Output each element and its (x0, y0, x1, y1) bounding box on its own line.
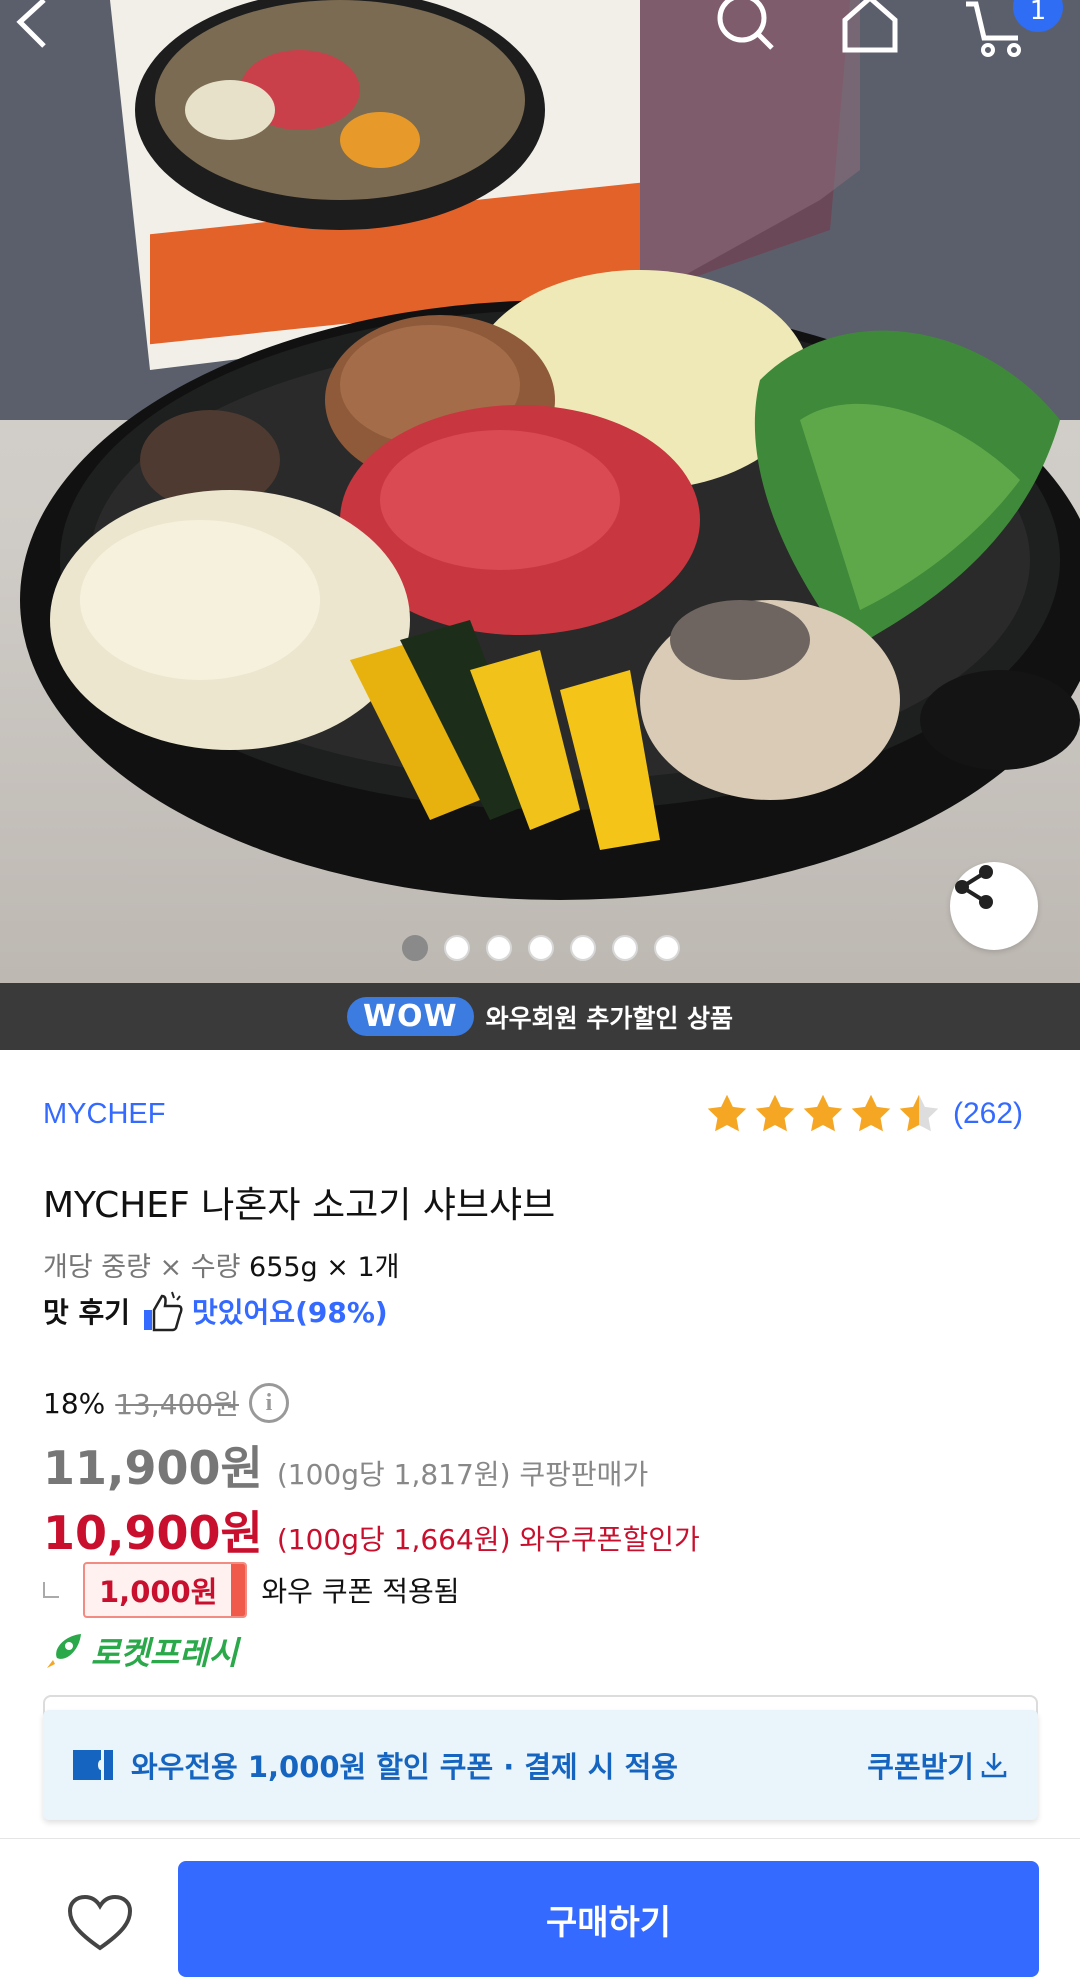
star-full-icon (707, 1094, 747, 1132)
bottom-action-bar: 구매하기 (0, 1838, 1080, 1981)
buy-button[interactable]: 구매하기 (178, 1861, 1039, 1977)
wishlist-button[interactable] (60, 1883, 140, 1963)
download-icon (981, 1753, 1007, 1778)
discount-rate: 18% (43, 1386, 106, 1420)
spec-label: 개당 중량 × 수량 (43, 1252, 241, 1283)
info-icon[interactable]: i (248, 1383, 289, 1423)
pagination-dot[interactable] (486, 935, 512, 961)
chevron-left-icon (16, 0, 46, 48)
coupang-price: 11,900원 (100g당 1,817원) 쿠팡판매가 (43, 1432, 648, 1498)
taste-review-value: 맛있어요(98%) (192, 1296, 388, 1329)
wow-price-per-unit: (100g당 1,664원) 와우쿠폰할인가 (276, 1523, 700, 1556)
coupon-amount-tag: 1,000원 (83, 1562, 248, 1618)
original-price: 13,400원 (115, 1388, 239, 1421)
pagination-dot[interactable] (444, 935, 470, 961)
wow-coupon-price: 10,900원 (100g당 1,664원) 와우쿠폰할인가 (43, 1497, 700, 1563)
rating-summary[interactable]: (262) (705, 1092, 1023, 1136)
pagination-dot[interactable] (570, 935, 596, 961)
star-full-icon (851, 1094, 891, 1132)
product-spec: 개당 중량 × 수량 655g × 1개 (43, 1245, 400, 1284)
product-photo (0, 0, 1080, 900)
price-per-unit: (100g당 1,817원) 쿠팡판매가 (276, 1458, 649, 1491)
coupon-applied-row: 1,000원 와우 쿠폰 적용됨 (43, 1562, 460, 1618)
product-title: MYCHEF 나혼자 소고기 샤브샤브 (43, 1185, 556, 1226)
indent-corner-icon (43, 1582, 59, 1598)
wow-member-banner: WOW 와우회원 추가할인 상품 (0, 983, 1080, 1050)
pagination-dot[interactable] (612, 935, 638, 961)
rocket-fresh-badge: 로켓프레시 (43, 1628, 238, 1674)
taste-review-label: 맛 후기 (43, 1296, 131, 1329)
coupon-banner[interactable]: 와우전용 1,000원 할인 쿠폰 · 결제 시 적용 쿠폰받기 (43, 1710, 1038, 1820)
back-button[interactable] (10, 0, 110, 60)
spec-value: 655g × 1개 (249, 1252, 400, 1283)
pagination-dot[interactable] (654, 935, 680, 961)
image-pagination (402, 935, 680, 961)
review-count[interactable]: (262) (953, 1097, 1023, 1131)
product-image[interactable]: 1 (0, 0, 1080, 983)
price-amount: 11,900원 (43, 1441, 263, 1495)
coupon-message: 와우전용 1,000원 할인 쿠폰 · 결제 시 적용 (131, 1750, 678, 1784)
heart-icon (67, 1894, 133, 1951)
star-full-icon (755, 1094, 795, 1132)
rocket-fresh-label: 로켓프레시 (91, 1634, 239, 1672)
taste-review[interactable]: 맛 후기 맛있어요(98%) (43, 1290, 388, 1332)
wow-banner-text: 와우회원 추가할인 상품 (485, 1003, 734, 1033)
brand-link[interactable]: MYCHEF (43, 1098, 165, 1131)
rocket-icon (47, 1634, 81, 1668)
pagination-dot[interactable] (528, 935, 554, 961)
coupon-ticket-icon (73, 1750, 113, 1780)
star-half-icon (899, 1094, 939, 1132)
discount-info: 18% 13,400원 i (43, 1383, 289, 1423)
thumbs-up-icon (144, 1291, 183, 1332)
star-full-icon (803, 1094, 843, 1132)
search-icon (717, 0, 774, 50)
wow-price-amount: 10,900원 (43, 1506, 263, 1560)
home-icon (842, 0, 898, 53)
home-button[interactable] (835, 0, 935, 60)
pagination-dot[interactable] (402, 935, 428, 961)
coupon-applied-text: 와우 쿠폰 적용됨 (261, 1575, 460, 1608)
wow-badge: WOW (346, 997, 474, 1036)
search-button[interactable] (710, 0, 810, 60)
get-coupon-button[interactable]: 쿠폰받기 (867, 1744, 1008, 1786)
share-button[interactable] (950, 862, 1038, 950)
share-icon (955, 865, 993, 909)
